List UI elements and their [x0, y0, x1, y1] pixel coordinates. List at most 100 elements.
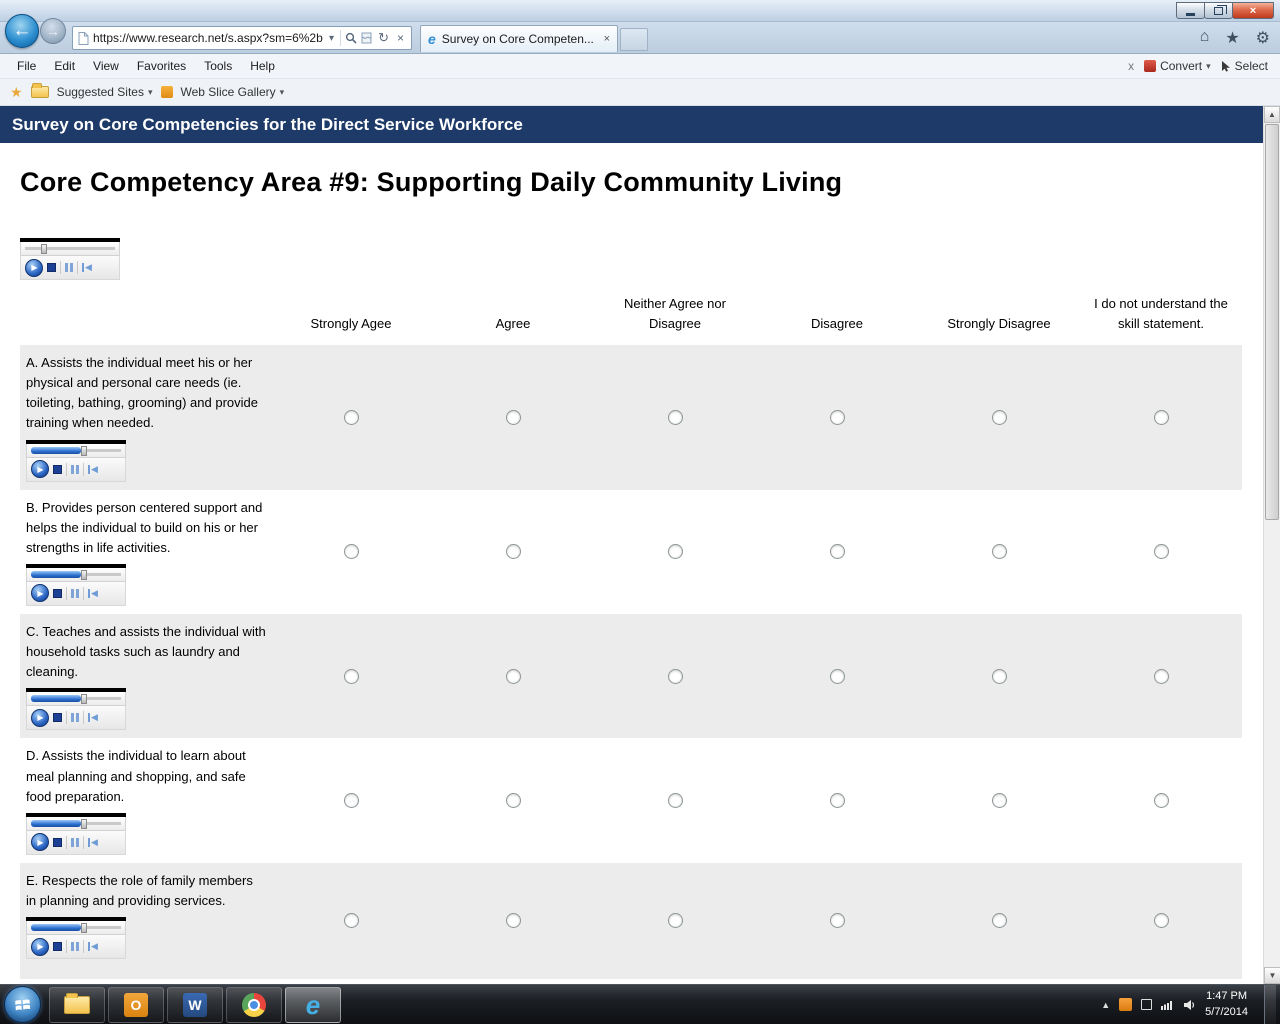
radio-button[interactable]: [668, 913, 683, 928]
stop-button[interactable]: [53, 942, 62, 951]
radio-button[interactable]: [506, 669, 521, 684]
pause-button[interactable]: [71, 942, 79, 951]
stop-button[interactable]: [53, 589, 62, 598]
radio-button[interactable]: [344, 410, 359, 425]
radio-button[interactable]: [830, 913, 845, 928]
radio-button[interactable]: [506, 544, 521, 559]
favorites-icon[interactable]: ★: [1225, 28, 1239, 48]
play-button[interactable]: ▶: [31, 460, 49, 478]
scroll-up-button[interactable]: ▲: [1264, 106, 1280, 123]
radio-button[interactable]: [992, 793, 1007, 808]
seek-track[interactable]: [31, 926, 121, 929]
radio-button[interactable]: [1154, 669, 1169, 684]
address-bar[interactable]: https://www.research.net/s.aspx?sm=6%2b …: [72, 26, 412, 50]
home-icon[interactable]: ⌂: [1200, 28, 1210, 48]
select-button[interactable]: Select: [1221, 59, 1268, 73]
radio-button[interactable]: [992, 669, 1007, 684]
pause-button[interactable]: [71, 589, 79, 598]
radio-button[interactable]: [506, 793, 521, 808]
seek-track[interactable]: [25, 247, 115, 250]
radio-button[interactable]: [344, 669, 359, 684]
pause-button[interactable]: [71, 713, 79, 722]
radio-button[interactable]: [344, 793, 359, 808]
stop-icon[interactable]: ×: [395, 31, 406, 45]
menu-tools[interactable]: Tools: [195, 59, 241, 73]
play-button[interactable]: ▶: [31, 833, 49, 851]
stop-button[interactable]: [53, 465, 62, 474]
menu-edit[interactable]: Edit: [45, 59, 84, 73]
convert-button[interactable]: Convert ▾: [1144, 59, 1211, 73]
radio-button[interactable]: [1154, 793, 1169, 808]
radio-button[interactable]: [992, 544, 1007, 559]
browser-tab[interactable]: e Survey on Core Competen... ×: [420, 25, 618, 52]
play-button[interactable]: ▶: [25, 259, 43, 277]
stop-button[interactable]: [53, 838, 62, 847]
network-icon[interactable]: [1161, 999, 1174, 1010]
favorites-item-suggested-sites[interactable]: Suggested Sites ▾: [57, 85, 153, 99]
tray-app-icon[interactable]: [1119, 998, 1132, 1011]
stop-button[interactable]: [47, 263, 56, 272]
radio-button[interactable]: [830, 793, 845, 808]
search-icon[interactable]: [345, 32, 357, 44]
close-button[interactable]: ×: [1232, 2, 1274, 19]
radio-button[interactable]: [1154, 913, 1169, 928]
pause-button[interactable]: [65, 263, 73, 272]
new-tab-button[interactable]: [620, 28, 648, 51]
menu-favorites[interactable]: Favorites: [128, 59, 195, 73]
radio-button[interactable]: [1154, 410, 1169, 425]
skip-to-start-button[interactable]: ◀: [88, 713, 98, 722]
add-favorite-star-icon[interactable]: ★: [10, 84, 23, 101]
taskbar-item-chrome[interactable]: [226, 987, 282, 1023]
radio-button[interactable]: [344, 913, 359, 928]
radio-button[interactable]: [344, 544, 359, 559]
restore-button[interactable]: [1204, 2, 1233, 19]
radio-button[interactable]: [830, 410, 845, 425]
addon-bar-close[interactable]: x: [1128, 59, 1134, 73]
radio-button[interactable]: [830, 669, 845, 684]
url-text[interactable]: https://www.research.net/s.aspx?sm=6%2b: [93, 31, 323, 45]
compatibility-view-icon[interactable]: [361, 32, 372, 44]
radio-button[interactable]: [668, 793, 683, 808]
show-desktop-button[interactable]: [1264, 985, 1276, 1024]
skip-to-start-button[interactable]: ◀: [88, 465, 98, 474]
start-button[interactable]: [4, 986, 41, 1023]
stop-button[interactable]: [53, 713, 62, 722]
radio-button[interactable]: [506, 410, 521, 425]
show-hidden-icons-button[interactable]: ▲: [1101, 1000, 1110, 1010]
pause-button[interactable]: [71, 838, 79, 847]
seek-handle[interactable]: [81, 694, 87, 704]
vertical-scrollbar[interactable]: ▲ ▼: [1263, 106, 1280, 984]
seek-track[interactable]: [31, 573, 121, 576]
radio-button[interactable]: [668, 544, 683, 559]
radio-button[interactable]: [506, 913, 521, 928]
scroll-down-button[interactable]: ▼: [1264, 967, 1280, 984]
radio-button[interactable]: [668, 669, 683, 684]
play-button[interactable]: ▶: [31, 938, 49, 956]
radio-button[interactable]: [668, 410, 683, 425]
seek-handle[interactable]: [81, 923, 87, 933]
skip-to-start-button[interactable]: ◀: [88, 589, 98, 598]
seek-handle[interactable]: [41, 244, 47, 254]
seek-handle[interactable]: [81, 570, 87, 580]
taskbar-clock[interactable]: 1:47 PM 5/7/2014: [1205, 989, 1248, 1020]
menu-view[interactable]: View: [84, 59, 128, 73]
taskbar-item-word[interactable]: W: [167, 987, 223, 1023]
menu-file[interactable]: File: [8, 59, 45, 73]
skip-to-start-button[interactable]: ◀: [88, 942, 98, 951]
play-button[interactable]: ▶: [31, 709, 49, 727]
radio-button[interactable]: [992, 410, 1007, 425]
seek-track[interactable]: [31, 697, 121, 700]
action-center-icon[interactable]: [1141, 999, 1152, 1010]
tools-gear-icon[interactable]: ⚙: [1256, 28, 1270, 48]
forward-button[interactable]: →: [40, 18, 66, 44]
seek-track[interactable]: [31, 449, 121, 452]
radio-button[interactable]: [992, 913, 1007, 928]
refresh-icon[interactable]: ↻: [376, 30, 391, 46]
scrollbar-thumb[interactable]: [1265, 124, 1279, 520]
seek-handle[interactable]: [81, 819, 87, 829]
play-button[interactable]: ▶: [31, 584, 49, 602]
skip-to-start-button[interactable]: ◀: [88, 838, 98, 847]
seek-handle[interactable]: [81, 446, 87, 456]
radio-button[interactable]: [1154, 544, 1169, 559]
pause-button[interactable]: [71, 465, 79, 474]
